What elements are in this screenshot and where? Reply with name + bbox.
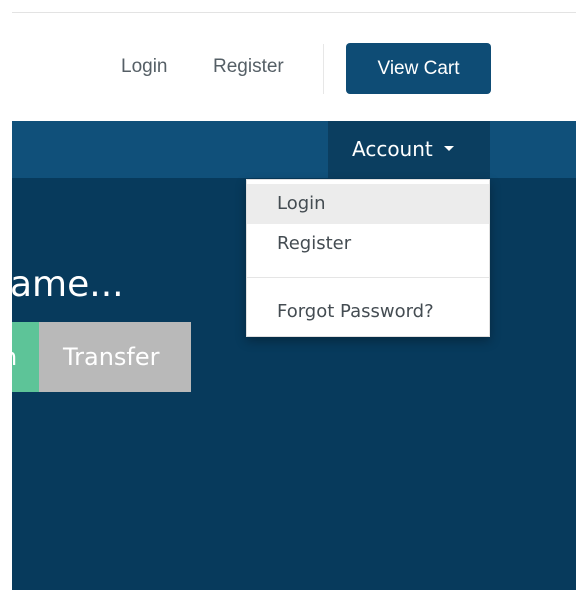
caret-down-icon xyxy=(443,146,454,151)
account-menu-toggle[interactable]: Account xyxy=(328,121,490,178)
transfer-tab-button[interactable]: Transfer xyxy=(39,322,191,392)
search-tab-button[interactable]: n xyxy=(12,322,39,392)
view-cart-button[interactable]: View Cart xyxy=(346,43,491,94)
top-divider-line xyxy=(12,12,576,13)
search-tab-label: n xyxy=(12,322,17,392)
main-navbar xyxy=(12,121,576,178)
dropdown-item-forgot-password[interactable]: Forgot Password? xyxy=(247,292,489,332)
account-label: Account xyxy=(352,137,433,161)
dropdown-item-register[interactable]: Register xyxy=(247,224,489,264)
dropdown-item-login[interactable]: Login xyxy=(247,184,489,224)
header-vertical-divider xyxy=(323,44,324,94)
hero-heading: ame... xyxy=(10,264,124,305)
header-login-link[interactable]: Login xyxy=(121,55,168,79)
header-register-link[interactable]: Register xyxy=(213,55,284,79)
page: Login Register View Cart Account ame... … xyxy=(0,0,576,590)
account-dropdown-menu: Login Register Forgot Password? xyxy=(246,179,490,337)
dropdown-divider xyxy=(247,277,489,278)
